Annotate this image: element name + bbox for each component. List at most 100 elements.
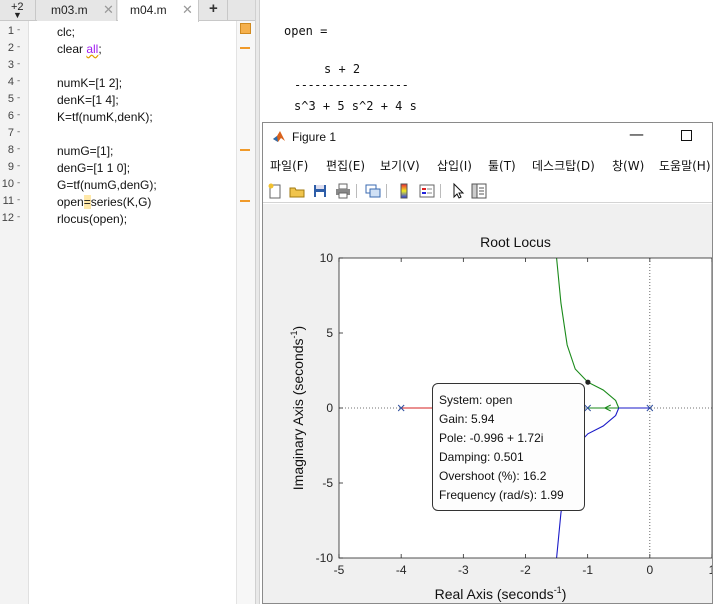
warning-marker-line-8[interactable] (240, 149, 250, 151)
line-marker: - (17, 110, 21, 120)
line-marker: - (17, 76, 21, 86)
code-token: G=tf(numG,denG); (57, 178, 157, 192)
x-tick-label: -4 (396, 563, 407, 577)
menu-window[interactable]: 창(W) (612, 157, 644, 174)
code-line[interactable]: denK=[1 4]; (57, 93, 119, 107)
insert-legend-icon[interactable] (418, 182, 436, 200)
menu-help[interactable]: 도움말(H) (659, 157, 711, 174)
line-number: 6 (7, 110, 14, 122)
x-tick-label: -2 (520, 563, 531, 577)
chevron-down-icon: ▼ (13, 10, 22, 20)
datatip-damping: Damping: 0.501 (439, 450, 524, 464)
code-token: numG=[1]; (57, 144, 114, 158)
property-inspector-icon[interactable] (470, 182, 488, 200)
menu-tools[interactable]: 툴(T) (488, 157, 516, 174)
line-number: 2 (7, 42, 14, 54)
line-number: 5 (7, 93, 14, 105)
warning-marker-line-2[interactable] (240, 47, 250, 49)
new-tab-button[interactable]: + (200, 0, 228, 21)
matlab-logo-icon (273, 131, 285, 142)
datatip-frequency: Frequency (rad/s): 1.99 (439, 488, 564, 502)
maximize-button[interactable] (681, 130, 692, 141)
line-number: 10 (1, 178, 14, 190)
menu-edit[interactable]: 편집(E) (326, 157, 365, 174)
line-marker: - (17, 178, 21, 188)
code-token: ; (98, 42, 102, 56)
save-icon[interactable] (311, 182, 329, 200)
y-tick-label: 0 (326, 401, 333, 415)
insert-colorbar-icon[interactable] (395, 182, 413, 200)
code-token: series(K,G) (90, 195, 152, 209)
link-plot-icon[interactable] (364, 182, 382, 200)
line-marker: - (17, 144, 21, 154)
print-icon[interactable] (334, 182, 352, 200)
code-line[interactable]: numG=[1]; (57, 144, 113, 158)
code-line[interactable]: K=tf(numK,denK); (57, 110, 153, 124)
menu-file[interactable]: 파일(F) (270, 157, 308, 174)
cmd-numerator: s + 2 (324, 62, 361, 76)
code-token: numK=[1 2]; (57, 76, 123, 90)
line-marker: - (17, 59, 21, 69)
line-number: 12 (1, 212, 14, 224)
line-marker: - (17, 161, 21, 171)
line-number: 3 (7, 59, 14, 71)
cmd-denominator: s^3 + 5 s^2 + 4 s (294, 99, 417, 113)
edit-plot-arrow-icon[interactable] (449, 182, 467, 200)
y-tick-label: -10 (316, 551, 334, 565)
close-icon[interactable]: ✕ (103, 2, 114, 18)
y-axis-label: Imaginary Axis (seconds-1) (289, 326, 306, 490)
line-number-gutter: 1-2-3-4-5-6-7-8-9-10-11-12- (0, 21, 29, 604)
code-token: denK=[1 4]; (57, 93, 119, 107)
tab-overflow-menu[interactable]: +2 ▼ (0, 0, 36, 21)
code-line[interactable]: open=series(K,G) (57, 195, 151, 209)
y-tick-label: 10 (320, 251, 334, 265)
new-figure-icon[interactable] (266, 182, 284, 200)
datatip-gain: Gain: 5.94 (439, 412, 495, 426)
toolbar-separator (356, 184, 357, 198)
code-line[interactable]: clear all; (57, 42, 102, 56)
code-token: clc; (57, 25, 75, 39)
figure-title-bar[interactable]: Figure 1 — (263, 123, 712, 151)
chart-title: Root Locus (480, 234, 551, 250)
cmd-var-line: open = (284, 24, 328, 38)
cmd-fraction-bar: ----------------- (294, 78, 409, 92)
code-line[interactable]: clc; (57, 25, 75, 39)
line-number: 4 (7, 76, 14, 88)
menu-view[interactable]: 보기(V) (380, 157, 420, 174)
line-number: 1 (7, 25, 14, 37)
datatip-system: System: open (439, 393, 513, 407)
tab-m03[interactable]: m03.m ✕ (37, 0, 117, 21)
editor-tab-bar: +2 ▼ m03.m ✕ m04.m ✕ + (0, 0, 255, 22)
figure-title: Figure 1 (292, 130, 337, 144)
open-file-icon[interactable] (288, 182, 306, 200)
x-axis-label: Real Axis (seconds-1) (435, 585, 567, 602)
toolbar-separator (386, 184, 387, 198)
minimize-button[interactable]: — (629, 125, 644, 143)
code-token: denG=[1 1 0]; (57, 161, 131, 175)
warning-indicator-icon[interactable] (240, 23, 251, 34)
line-number: 11 (2, 195, 14, 207)
line-number: 8 (7, 144, 14, 156)
line-number: 7 (7, 127, 14, 139)
figure-toolbar (263, 179, 712, 203)
code-line[interactable]: rlocus(open); (57, 212, 127, 226)
code-token: rlocus(open); (57, 212, 128, 226)
line-marker: - (17, 93, 21, 103)
code-line[interactable]: G=tf(numG,denG); (57, 178, 157, 192)
code-line[interactable]: numK=[1 2]; (57, 76, 122, 90)
figure-canvas[interactable]: -5-4-3-2-101-10-50510Root LocusReal Axis… (263, 204, 712, 603)
command-window[interactable]: open = s + 2 ----------------- s^3 + 5 s… (260, 0, 713, 125)
code-token: = (83, 195, 91, 209)
data-tip[interactable]: System: open Gain: 5.94 Pole: -0.996 + 1… (432, 383, 585, 511)
line-marker: - (17, 127, 21, 137)
menu-insert[interactable]: 삽입(I) (437, 157, 472, 174)
tab-m04[interactable]: m04.m ✕ (118, 0, 199, 22)
x-tick-label: 1 (709, 563, 712, 577)
close-icon[interactable]: ✕ (182, 2, 193, 18)
line-marker: - (17, 212, 21, 222)
line-marker: - (17, 25, 21, 35)
code-line[interactable]: denG=[1 1 0]; (57, 161, 130, 175)
toolbar-separator (440, 184, 441, 198)
menu-desktop[interactable]: 데스크탑(D) (532, 157, 595, 174)
warning-marker-line-11[interactable] (240, 200, 250, 202)
